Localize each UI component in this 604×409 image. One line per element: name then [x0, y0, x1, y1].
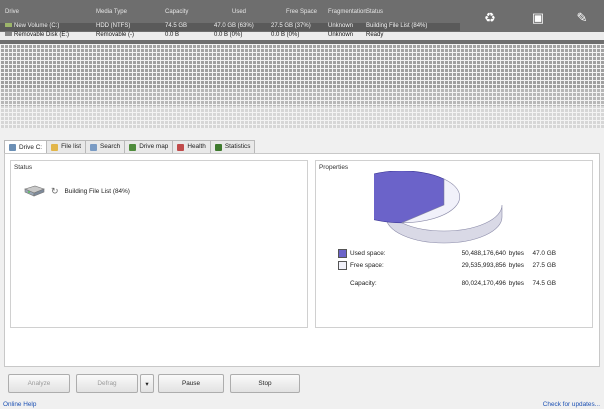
- folder-icon: [51, 143, 59, 151]
- search-icon: [89, 143, 97, 151]
- hard-drive-icon: [5, 23, 12, 28]
- col-status[interactable]: Status: [366, 9, 383, 15]
- cluster-map: [0, 44, 604, 128]
- pause-button[interactable]: Pause: [158, 374, 224, 393]
- stop-button[interactable]: Stop: [230, 374, 300, 393]
- drive-row-e[interactable]: Removable Disk (E:) Removable (-) 0.0 B …: [0, 32, 604, 40]
- drive-row-c[interactable]: New Volume (C:) HDD (NTFS) 74.5 GB 47.0 …: [0, 23, 460, 31]
- recycle-icon[interactable]: ♻: [482, 10, 498, 26]
- drive-capacity: 74.5 GB: [165, 23, 188, 29]
- check-updates-link[interactable]: Check for updates...: [543, 401, 600, 408]
- col-free-space[interactable]: Free Space: [286, 9, 317, 15]
- col-media-type[interactable]: Media Type: [96, 9, 127, 15]
- usage-pie-chart: [374, 171, 503, 244]
- free-swatch: [338, 261, 347, 270]
- spinner-icon: ↻: [51, 185, 59, 196]
- drive-status: Ready: [366, 32, 384, 38]
- properties-title: Properties: [319, 164, 349, 171]
- drive-name: Removable Disk (E:): [5, 32, 69, 38]
- properties-box: Properties Used space: 50,488,176,640 by…: [315, 160, 593, 328]
- tab-file-list[interactable]: File list: [46, 140, 86, 153]
- drive-panel: Status ↻ Building File List (84%) Proper…: [4, 153, 600, 367]
- hard-drive-icon: [23, 184, 45, 198]
- drive-used: 0.0 B (0%): [214, 32, 243, 38]
- tab-health[interactable]: Health: [172, 140, 211, 153]
- screen-icon[interactable]: ▣: [530, 10, 546, 26]
- removable-drive-icon: [5, 32, 12, 37]
- drive-fragmentation: Unknown: [328, 23, 354, 29]
- drive-list: Drive Media Type Capacity Used Free Spac…: [0, 0, 604, 44]
- tab-bar: Drive C: File list Search Drive map Heal…: [4, 140, 256, 154]
- defrag-button[interactable]: Defrag: [76, 374, 138, 393]
- legend-capacity: Capacity: 80,024,170,496 bytes 74.5 GB: [350, 280, 556, 287]
- legend-used: Used space: 50,488,176,640 bytes 47.0 GB: [338, 249, 568, 259]
- col-used[interactable]: Used: [232, 9, 246, 15]
- col-capacity[interactable]: Capacity: [165, 9, 188, 15]
- status-title: Status: [14, 164, 33, 171]
- drive-used: 47.0 GB (63%): [214, 23, 254, 29]
- drive-name: New Volume (C:): [5, 23, 59, 29]
- drive-free: 27.5 GB (37%): [271, 23, 311, 29]
- drive-media: Removable (-): [96, 32, 135, 38]
- pencil-icon[interactable]: ✎: [574, 10, 590, 26]
- drive-capacity: 0.0 B: [165, 32, 180, 38]
- tab-drive-map[interactable]: Drive map: [124, 140, 174, 153]
- map-icon: [129, 143, 137, 151]
- legend-free: Free space: 29,535,993,856 bytes 27.5 GB: [338, 261, 568, 271]
- tab-search[interactable]: Search: [84, 140, 126, 153]
- drive-status: Building File List (84%): [366, 23, 428, 29]
- health-icon: [177, 143, 185, 151]
- top-toolbar: ♻ ▣ ✎: [464, 8, 604, 30]
- online-help-link[interactable]: Online Help: [3, 401, 36, 408]
- drive-fragmentation: Unknown: [328, 32, 354, 38]
- col-drive[interactable]: Drive: [5, 9, 19, 15]
- chart-icon: [214, 143, 222, 151]
- chevron-down-icon: ▾: [145, 380, 149, 388]
- footer: Online Help Check for updates...: [0, 400, 604, 409]
- status-box: Status ↻ Building File List (84%): [10, 160, 308, 328]
- status-text: Building File List (84%): [64, 187, 130, 195]
- drive-icon: [9, 144, 16, 151]
- analyze-button[interactable]: Analyze: [8, 374, 70, 393]
- drive-free: 0.0 B (0%): [271, 32, 300, 38]
- tab-statistics[interactable]: Statistics: [209, 140, 256, 153]
- used-swatch: [338, 249, 347, 258]
- col-fragmentation[interactable]: Fragmentation: [328, 9, 367, 15]
- tab-drive-c[interactable]: Drive C:: [4, 140, 48, 154]
- action-bar: Analyze Defrag ▾ Pause Stop: [0, 370, 604, 398]
- status-line: ↻ Building File List (84%): [23, 183, 130, 199]
- drive-media: HDD (NTFS): [96, 23, 131, 29]
- defrag-options-dropdown[interactable]: ▾: [140, 374, 154, 393]
